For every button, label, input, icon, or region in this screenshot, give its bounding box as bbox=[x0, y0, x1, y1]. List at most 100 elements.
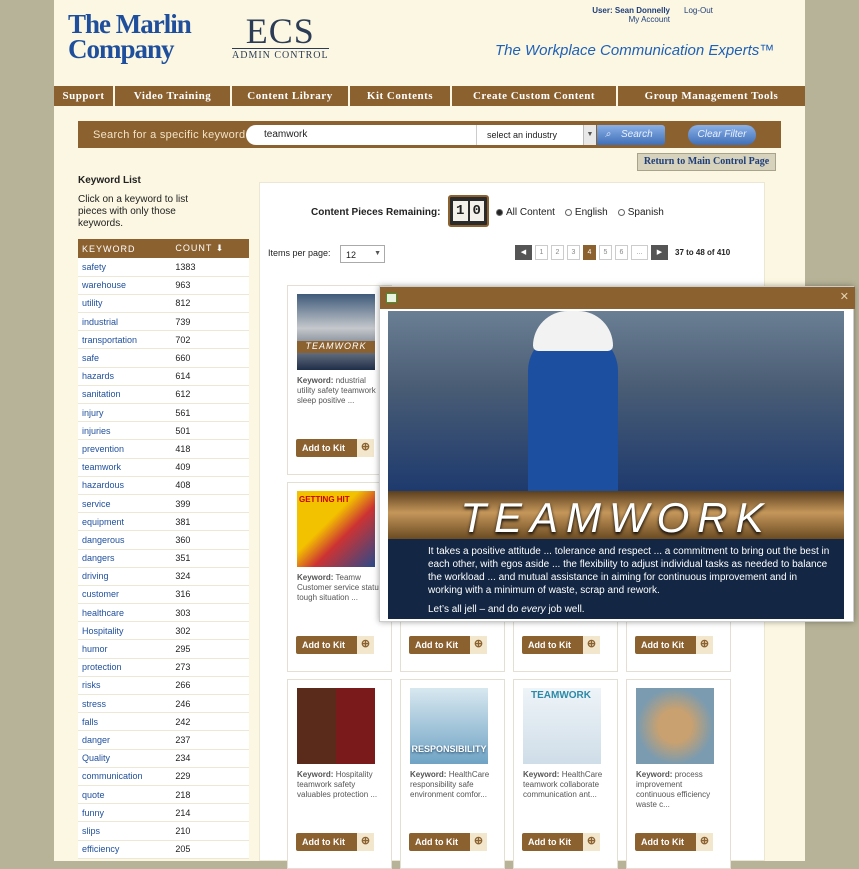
keyword-row[interactable]: falls 242 bbox=[78, 712, 249, 732]
page-link[interactable]: 6 bbox=[615, 245, 628, 260]
keyword-row[interactable]: risks 266 bbox=[78, 676, 249, 696]
add-to-kit-button[interactable]: Add to Kit ⊕ bbox=[296, 636, 374, 654]
keyword-row[interactable]: injury 561 bbox=[78, 403, 249, 423]
col-keyword[interactable]: KEYWORD bbox=[78, 239, 171, 258]
keyword-link[interactable]: funny bbox=[78, 803, 172, 823]
my-account-link[interactable]: My Account bbox=[590, 15, 670, 24]
keyword-link[interactable]: quote bbox=[78, 785, 172, 805]
keyword-link[interactable]: hazards bbox=[78, 367, 172, 386]
keyword-link[interactable]: utility bbox=[78, 294, 172, 314]
keyword-row[interactable]: hazardous 408 bbox=[78, 476, 249, 495]
nav-kit-contents[interactable]: Kit Contents bbox=[350, 86, 452, 106]
keyword-row[interactable]: customer 316 bbox=[78, 585, 249, 605]
close-icon[interactable]: ✕ bbox=[840, 290, 849, 303]
filter-spanish[interactable]: Spanish bbox=[617, 207, 664, 218]
keyword-row[interactable]: service 399 bbox=[78, 494, 249, 514]
radio-icon[interactable] bbox=[564, 209, 572, 216]
keyword-link[interactable]: safety bbox=[78, 258, 172, 277]
keyword-row[interactable]: funny 214 bbox=[78, 803, 249, 823]
keyword-link[interactable]: falls bbox=[78, 712, 172, 732]
keyword-link[interactable]: sanitation bbox=[78, 385, 172, 405]
clear-filter-button[interactable]: Clear Filter bbox=[688, 125, 756, 145]
keyword-row[interactable]: Quality 234 bbox=[78, 749, 249, 768]
page-link[interactable]: 3 bbox=[567, 245, 580, 260]
zoom-icon[interactable]: ⊕ bbox=[582, 833, 600, 851]
keyword-link[interactable]: risks bbox=[78, 676, 172, 696]
add-to-kit-button[interactable]: Add to Kit ⊕ bbox=[409, 833, 487, 851]
keyword-link[interactable]: safe bbox=[78, 348, 172, 368]
items-per-page-select[interactable]: 12 ▼ bbox=[340, 245, 385, 263]
keyword-link[interactable]: stress bbox=[78, 694, 172, 714]
keyword-link[interactable]: injuries bbox=[78, 421, 172, 441]
radio-icon[interactable] bbox=[617, 209, 625, 216]
page-link-current[interactable]: 4 bbox=[583, 245, 596, 260]
zoom-icon[interactable]: ⊕ bbox=[356, 439, 374, 457]
nav-support[interactable]: Support bbox=[54, 86, 115, 106]
keyword-row[interactable]: safety 1383 bbox=[78, 258, 249, 277]
nav-video-training[interactable]: Video Training bbox=[115, 86, 232, 106]
add-to-kit-button[interactable]: Add to Kit ⊕ bbox=[296, 439, 374, 457]
keyword-row[interactable]: humor 295 bbox=[78, 639, 249, 659]
keyword-link[interactable]: communication bbox=[78, 767, 172, 786]
filter-all-content[interactable]: All Content bbox=[496, 207, 555, 218]
keyword-row[interactable]: teamwork 409 bbox=[78, 458, 249, 477]
add-to-kit-button[interactable]: Add to Kit ⊕ bbox=[635, 833, 713, 851]
nav-content-library[interactable]: Content Library bbox=[232, 86, 350, 106]
return-to-main-button[interactable]: Return to Main Control Page bbox=[637, 153, 776, 171]
keyword-row[interactable]: equipment 381 bbox=[78, 512, 249, 532]
add-to-kit-button[interactable]: Add to Kit ⊕ bbox=[522, 636, 600, 654]
zoom-icon[interactable]: ⊕ bbox=[469, 833, 487, 851]
radio-icon[interactable] bbox=[496, 209, 503, 216]
keyword-link[interactable]: healthcare bbox=[78, 603, 172, 623]
keyword-row[interactable]: warehouse 963 bbox=[78, 276, 249, 295]
zoom-icon[interactable]: ⊕ bbox=[356, 833, 374, 851]
keyword-row[interactable]: dangers 351 bbox=[78, 549, 249, 568]
keyword-link[interactable]: industrial bbox=[78, 312, 172, 332]
page-link[interactable]: 5 bbox=[599, 245, 612, 260]
keyword-link[interactable]: injury bbox=[78, 403, 172, 423]
page-link[interactable]: 1 bbox=[535, 245, 548, 260]
zoom-icon[interactable]: ⊕ bbox=[695, 636, 713, 654]
keyword-link[interactable]: Hospitality bbox=[78, 621, 172, 641]
keyword-row[interactable]: Hospitality 302 bbox=[78, 621, 249, 641]
keyword-row[interactable]: injuries 501 bbox=[78, 421, 249, 441]
keyword-row[interactable]: industrial 739 bbox=[78, 312, 249, 332]
content-thumbnail[interactable]: TEAMWORK bbox=[297, 294, 375, 370]
keyword-link[interactable]: equipment bbox=[78, 512, 172, 532]
add-to-kit-button[interactable]: Add to Kit ⊕ bbox=[635, 636, 713, 654]
marlin-logo[interactable]: The Marlin Company bbox=[68, 11, 192, 63]
keyword-link[interactable]: Quality bbox=[78, 749, 172, 768]
keyword-link[interactable]: slips bbox=[78, 821, 172, 841]
keyword-link[interactable]: humor bbox=[78, 639, 172, 659]
keyword-row[interactable]: slips 210 bbox=[78, 821, 249, 841]
keyword-row[interactable]: driving 324 bbox=[78, 567, 249, 586]
keyword-row[interactable]: stress 246 bbox=[78, 694, 249, 714]
keyword-link[interactable]: danger bbox=[78, 730, 172, 750]
keyword-link[interactable]: dangerous bbox=[78, 530, 172, 550]
keyword-row[interactable]: prevention 418 bbox=[78, 439, 249, 459]
col-count[interactable]: COUNT ⬇ bbox=[171, 239, 249, 258]
chevron-down-icon[interactable]: ▼ bbox=[583, 125, 596, 145]
page-link[interactable]: 2 bbox=[551, 245, 564, 260]
keyword-row[interactable]: healthcare 303 bbox=[78, 603, 249, 623]
keyword-link[interactable]: teamwork bbox=[78, 458, 172, 477]
keyword-row[interactable]: danger 237 bbox=[78, 730, 249, 750]
keyword-link[interactable]: hazardous bbox=[78, 476, 172, 495]
keyword-link[interactable]: efficiency bbox=[78, 840, 172, 859]
keyword-row[interactable]: quote 218 bbox=[78, 785, 249, 805]
add-to-kit-button[interactable]: Add to Kit ⊕ bbox=[522, 833, 600, 851]
keyword-link[interactable]: driving bbox=[78, 567, 172, 586]
nav-create-custom-content[interactable]: Create Custom Content bbox=[452, 86, 618, 106]
keyword-link[interactable]: transportation bbox=[78, 330, 172, 350]
keyword-row[interactable]: sanitation 612 bbox=[78, 385, 249, 405]
filter-english[interactable]: English bbox=[564, 207, 608, 218]
content-thumbnail[interactable] bbox=[297, 688, 375, 764]
keyword-row[interactable]: communication 229 bbox=[78, 767, 249, 786]
keyword-search-input[interactable]: teamwork bbox=[246, 125, 478, 145]
keyword-link[interactable]: service bbox=[78, 494, 172, 514]
add-to-kit-button[interactable]: Add to Kit ⊕ bbox=[409, 636, 487, 654]
industry-select[interactable]: select an industry ▼ bbox=[476, 125, 596, 145]
keyword-row[interactable]: hazards 614 bbox=[78, 367, 249, 386]
search-button[interactable]: ⌕ Search bbox=[597, 125, 665, 145]
prev-page-icon[interactable]: ◀ bbox=[515, 245, 532, 260]
